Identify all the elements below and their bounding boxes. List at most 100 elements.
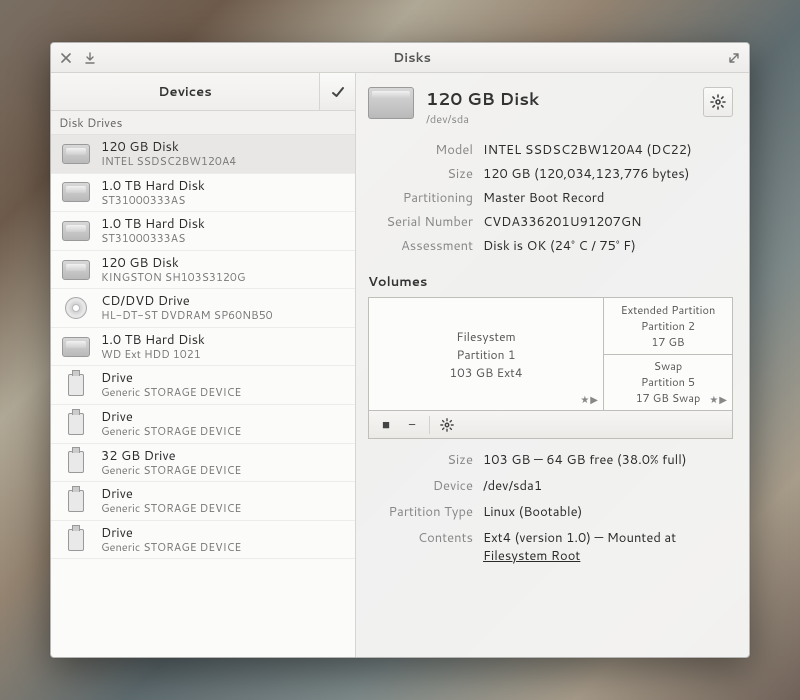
prop-value: 103 GB — 64 GB free (38.0% full) (483, 451, 733, 469)
device-subtitle: Generic STORAGE DEVICE (101, 386, 241, 399)
device-item[interactable]: DriveGeneric STORAGE DEVICE (51, 521, 355, 560)
prop-key: Serial Number (368, 213, 473, 231)
disk-name: 120 GB Disk (426, 87, 539, 111)
usb-icon (61, 489, 91, 513)
device-subtitle: WD Ext HDD 1021 (101, 348, 205, 361)
volume-swap[interactable]: Swap Partition 5 17 GB Swap ★▶ (604, 355, 732, 411)
volumes-box: Filesystem Partition 1 103 GB Ext4 ★▶ Ex… (368, 297, 733, 439)
device-text: 32 GB DriveGeneric STORAGE DEVICE (101, 449, 241, 477)
vol-line: Swap (654, 358, 682, 374)
disks-window: Disks Devices Disk Drives 120 GB DiskINT… (50, 42, 750, 658)
prop-value: CVDA336201U91207GN (483, 213, 733, 231)
volumes-toolbar: ■ − (369, 410, 732, 438)
minimize-icon[interactable] (83, 51, 97, 65)
stop-button[interactable]: ■ (375, 415, 397, 435)
usb-icon (61, 373, 91, 397)
device-item[interactable]: 120 GB DiskINTEL SSDSC2BW120A4 (51, 135, 355, 174)
stop-icon: ■ (382, 416, 390, 434)
device-item[interactable]: DriveGeneric STORAGE DEVICE (51, 482, 355, 521)
device-subtitle: Generic STORAGE DEVICE (101, 425, 241, 438)
disk-settings-button[interactable] (703, 87, 733, 117)
device-text: 120 GB DiskKINGSTON SH103S3120G (101, 256, 245, 284)
device-item[interactable]: 32 GB DriveGeneric STORAGE DEVICE (51, 444, 355, 483)
sidebar-header: Devices (51, 73, 355, 111)
prop-key: Device (368, 477, 473, 495)
volumes-title: Volumes (368, 273, 733, 291)
prop-key: Size (368, 451, 473, 469)
device-subtitle: HL-DT-ST DVDRAM SP60NB50 (101, 309, 273, 322)
devices-sidebar: Devices Disk Drives 120 GB DiskINTEL SSD… (51, 73, 356, 657)
toolbar-divider (429, 416, 430, 434)
prop-key: Size (368, 165, 473, 183)
prop-value: 120 GB (120,034,123,776 bytes) (483, 165, 733, 183)
hdd-icon (61, 142, 91, 166)
volumes-grid: Filesystem Partition 1 103 GB Ext4 ★▶ Ex… (369, 298, 732, 410)
volume-filesystem[interactable]: Filesystem Partition 1 103 GB Ext4 ★▶ (369, 298, 604, 410)
device-item[interactable]: 1.0 TB Hard DiskST31000333AS (51, 212, 355, 251)
vol-line: 17 GB Swap (636, 390, 701, 406)
volume-settings-button[interactable] (436, 415, 458, 435)
disk-icon (368, 87, 414, 123)
gear-icon (710, 94, 726, 110)
disk-path: /dev/sda (426, 111, 539, 127)
prop-value: Linux (Bootable) (483, 503, 733, 521)
vol-line: Partition 1 (457, 346, 516, 363)
vol-line: Partition 5 (641, 374, 695, 390)
content-area: Devices Disk Drives 120 GB DiskINTEL SSD… (51, 73, 749, 657)
prop-key: Assessment (368, 237, 473, 255)
device-text: DriveGeneric STORAGE DEVICE (101, 487, 241, 515)
prop-value: INTEL SSDSC2BW120A4 (DC22) (483, 141, 733, 159)
prop-value: Ext4 (version 1.0) — Mounted at Filesyst… (483, 529, 733, 565)
device-text: CD/DVD DriveHL-DT-ST DVDRAM SP60NB50 (101, 294, 273, 322)
vol-line: 103 GB Ext4 (450, 364, 523, 381)
device-text: 1.0 TB Hard DiskWD Ext HDD 1021 (101, 333, 205, 361)
vol-line: Filesystem (456, 328, 515, 345)
done-button[interactable] (319, 73, 355, 110)
device-subtitle: Generic STORAGE DEVICE (101, 464, 241, 477)
gear-icon (440, 418, 454, 432)
hdd-icon (61, 258, 91, 282)
prop-value: /dev/sda1 (483, 477, 733, 495)
device-item[interactable]: CD/DVD DriveHL-DT-ST DVDRAM SP60NB50 (51, 289, 355, 328)
usb-icon (61, 450, 91, 474)
device-subtitle: ST31000333AS (101, 232, 205, 245)
prop-key: Model (368, 141, 473, 159)
device-item[interactable]: DriveGeneric STORAGE DEVICE (51, 405, 355, 444)
device-item[interactable]: 1.0 TB Hard DiskWD Ext HDD 1021 (51, 328, 355, 367)
prop-key: Partitioning (368, 189, 473, 207)
usb-icon (61, 528, 91, 552)
volume-extended[interactable]: Extended Partition Partition 2 17 GB (604, 298, 732, 355)
window-title: Disks (393, 49, 431, 67)
device-text: DriveGeneric STORAGE DEVICE (101, 371, 241, 399)
sidebar-header-title: Devices (51, 83, 319, 101)
vol-line: Partition 2 (641, 318, 695, 334)
device-text: DriveGeneric STORAGE DEVICE (101, 526, 241, 554)
device-item[interactable]: 1.0 TB Hard DiskST31000333AS (51, 174, 355, 213)
close-icon[interactable] (59, 51, 73, 65)
device-subtitle: KINGSTON SH103S3120G (101, 271, 245, 284)
device-item[interactable]: 120 GB DiskKINGSTON SH103S3120G (51, 251, 355, 290)
prop-key: Contents (368, 529, 473, 565)
contents-text: Ext4 (version 1.0) — Mounted at (483, 529, 676, 547)
volumes-side: Extended Partition Partition 2 17 GB Swa… (604, 298, 732, 410)
titlebar: Disks (51, 43, 749, 73)
maximize-icon[interactable] (727, 51, 741, 65)
prop-value: Disk is OK (24° C / 75° F) (483, 237, 733, 255)
device-text: DriveGeneric STORAGE DEVICE (101, 410, 241, 438)
mount-point-link[interactable]: Filesystem Root (483, 547, 580, 565)
device-subtitle: Generic STORAGE DEVICE (101, 502, 241, 515)
minus-icon: − (408, 416, 416, 434)
mount-indicator-icon: ★▶ (580, 393, 599, 407)
device-text: 1.0 TB Hard DiskST31000333AS (101, 217, 205, 245)
remove-button[interactable]: − (401, 415, 423, 435)
device-subtitle: Generic STORAGE DEVICE (101, 541, 241, 554)
device-text: 1.0 TB Hard DiskST31000333AS (101, 179, 205, 207)
hdd-icon (61, 180, 91, 204)
vol-line: Extended Partition (621, 302, 716, 318)
hdd-icon (61, 219, 91, 243)
detail-panel: 120 GB Disk /dev/sda Model INTEL SSDSC2B… (356, 73, 749, 657)
hdd-icon (61, 335, 91, 359)
device-item[interactable]: DriveGeneric STORAGE DEVICE (51, 366, 355, 405)
check-icon (331, 85, 345, 99)
device-text: 120 GB DiskINTEL SSDSC2BW120A4 (101, 140, 236, 168)
